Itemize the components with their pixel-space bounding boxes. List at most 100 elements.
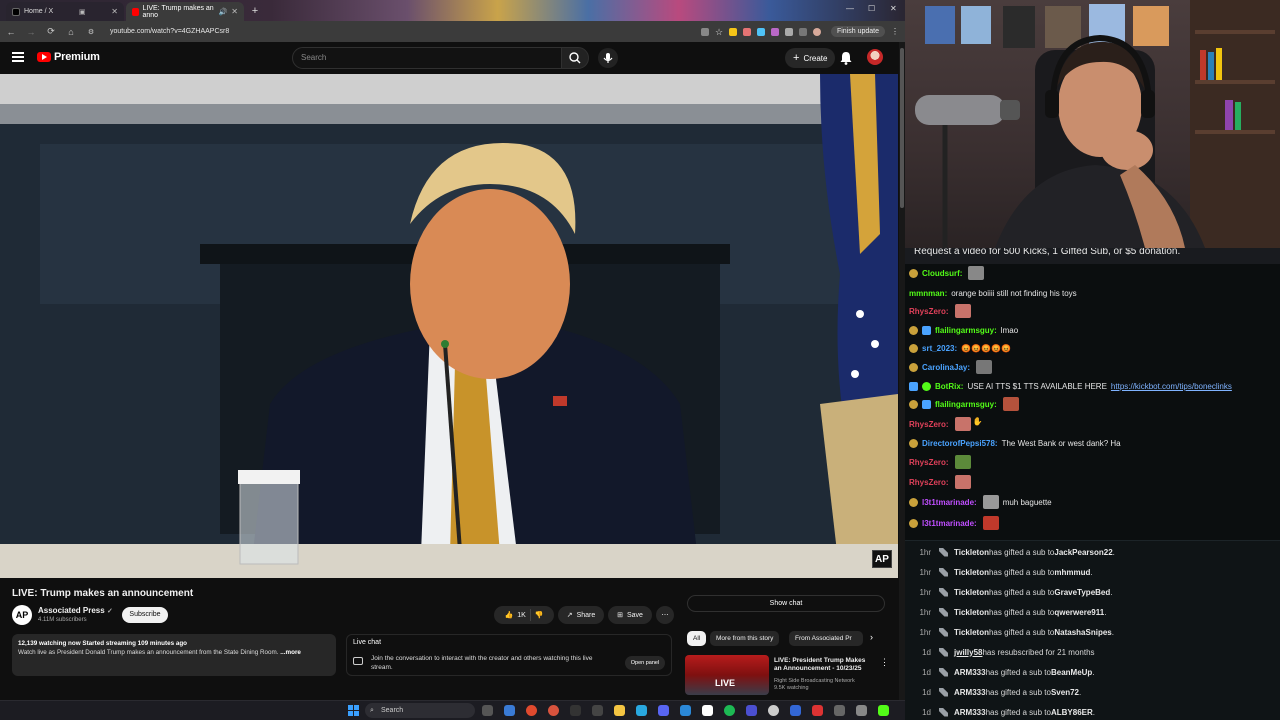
edge-icon[interactable] bbox=[504, 705, 515, 716]
share-button[interactable]: ↗ Share bbox=[558, 606, 604, 624]
chat-username[interactable]: l3t1tmarinade: bbox=[922, 498, 977, 507]
minimize-icon[interactable]: — bbox=[846, 4, 854, 13]
windows-start-icon[interactable] bbox=[348, 705, 359, 716]
event-target[interactable]: qwerwere911 bbox=[1054, 608, 1104, 617]
event-user[interactable]: jwilly58 bbox=[954, 648, 982, 657]
video-player[interactable]: AP bbox=[0, 74, 898, 578]
recommendation-title[interactable]: LIVE: President Trump Makes an Announcem… bbox=[774, 657, 872, 673]
app-icon[interactable] bbox=[812, 705, 823, 716]
finish-update-button[interactable]: Finish update bbox=[830, 26, 885, 37]
event-user[interactable]: Tickleton bbox=[954, 608, 989, 617]
chevron-right-icon[interactable]: › bbox=[870, 632, 873, 642]
app-icon[interactable] bbox=[570, 705, 581, 716]
chat-username[interactable]: flailingarmsguy: bbox=[935, 400, 997, 409]
save-button[interactable]: ⊞ Save bbox=[608, 606, 652, 624]
home-icon[interactable]: ⌂ bbox=[66, 27, 76, 37]
menu-kebab-icon[interactable]: ⋮ bbox=[891, 27, 899, 36]
app-icon[interactable] bbox=[592, 705, 603, 716]
chat-username[interactable]: mmnman: bbox=[909, 289, 947, 298]
chat-username[interactable]: Cloudsurf: bbox=[922, 269, 962, 278]
chat-link[interactable]: https://kickbot.com/tips/boneclinks bbox=[1111, 382, 1232, 391]
notifications-bell-icon[interactable] bbox=[839, 50, 853, 66]
telegram-icon[interactable] bbox=[636, 705, 647, 716]
dislike-button[interactable]: 👎 bbox=[535, 611, 544, 619]
channel-avatar[interactable]: AP bbox=[12, 605, 32, 625]
event-user[interactable]: ARM333 bbox=[954, 688, 986, 697]
event-user[interactable]: Tickleton bbox=[954, 628, 989, 637]
scrollbar-thumb[interactable] bbox=[900, 48, 904, 208]
extension-icon[interactable] bbox=[728, 27, 737, 36]
event-user[interactable]: ARM333 bbox=[954, 708, 986, 717]
close-tab-icon[interactable]: ✕ bbox=[231, 7, 238, 16]
app-icon[interactable] bbox=[746, 705, 757, 716]
extension-icon[interactable] bbox=[756, 27, 765, 36]
event-target[interactable]: BeanMeUp bbox=[1051, 668, 1092, 677]
chat-username[interactable]: DirectorofPepsi578: bbox=[922, 439, 998, 448]
event-user[interactable]: ARM333 bbox=[954, 668, 986, 677]
app-icon[interactable] bbox=[680, 705, 691, 716]
bookmark-star-icon[interactable]: ☆ bbox=[715, 27, 723, 36]
forward-icon[interactable]: → bbox=[26, 27, 36, 37]
sidebar-icon[interactable] bbox=[798, 27, 807, 36]
event-target[interactable]: ALBY86ER bbox=[1051, 708, 1093, 717]
close-window-icon[interactable]: ✕ bbox=[890, 4, 897, 13]
tab-youtube[interactable]: LIVE: Trump makes an anno 🔊 ✕ bbox=[126, 2, 244, 21]
profile-avatar-icon[interactable] bbox=[812, 27, 821, 36]
youtube-logo[interactable]: Premium bbox=[37, 51, 100, 63]
open-panel-button[interactable]: Open panel bbox=[625, 656, 665, 670]
chat-username[interactable]: RhysZero: bbox=[909, 478, 949, 487]
back-icon[interactable]: ← bbox=[6, 27, 16, 37]
chat-username[interactable]: srt_2023: bbox=[922, 344, 957, 353]
chrome-icon[interactable] bbox=[526, 705, 537, 716]
event-target[interactable]: Sven72 bbox=[1051, 688, 1079, 697]
event-target[interactable]: mhmmud bbox=[1054, 568, 1090, 577]
app-icon[interactable] bbox=[702, 705, 713, 716]
search-button[interactable] bbox=[561, 47, 589, 69]
chip-from-associated-press[interactable]: From Associated Pr bbox=[789, 631, 863, 646]
event-user[interactable]: Tickleton bbox=[954, 568, 989, 577]
file-explorer-icon[interactable] bbox=[614, 705, 625, 716]
event-target[interactable]: NatashaSnipes bbox=[1054, 628, 1111, 637]
chat-username[interactable]: RhysZero: bbox=[909, 420, 949, 429]
voice-search-button[interactable] bbox=[598, 48, 618, 68]
tab-home-x[interactable]: Home / X ▣ ✕ bbox=[6, 2, 124, 21]
like-button[interactable]: 👍 1K bbox=[505, 611, 526, 620]
install-icon[interactable] bbox=[700, 27, 709, 36]
taskbar-search[interactable]: ⌕ Search bbox=[365, 703, 475, 718]
chip-all[interactable]: All bbox=[687, 631, 707, 646]
app-icon[interactable] bbox=[790, 705, 801, 716]
chip-more-from-story[interactable]: More from this story bbox=[710, 631, 780, 646]
event-user[interactable]: Tickleton bbox=[954, 588, 989, 597]
chat-username[interactable]: RhysZero: bbox=[909, 307, 949, 316]
spotify-icon[interactable] bbox=[724, 705, 735, 716]
browser-icon[interactable] bbox=[548, 705, 559, 716]
subscribe-button[interactable]: Subscribe bbox=[122, 607, 168, 623]
url-field[interactable]: youtube.com/watch?v=4GZHAAPCsr8 bbox=[110, 28, 691, 35]
description-box[interactable]: 12,139 watching now Started streaming 10… bbox=[12, 634, 336, 676]
event-user[interactable]: Tickleton bbox=[954, 548, 989, 557]
close-tab-icon[interactable]: ✕ bbox=[111, 7, 118, 16]
hamburger-menu-icon[interactable] bbox=[12, 52, 24, 62]
chat-username[interactable]: l3t1tmarinade: bbox=[922, 519, 977, 528]
task-view-icon[interactable] bbox=[482, 705, 493, 716]
app-icon[interactable] bbox=[834, 705, 845, 716]
extension-icon[interactable] bbox=[770, 27, 779, 36]
chat-username[interactable]: BotRix: bbox=[935, 382, 963, 391]
chat-username[interactable]: RhysZero: bbox=[909, 458, 949, 467]
speaker-icon[interactable]: 🔊 bbox=[219, 8, 228, 16]
show-chat-button[interactable]: Show chat bbox=[687, 595, 885, 612]
recommendation-thumbnail[interactable]: LIVE bbox=[685, 655, 769, 695]
recommendation-channel[interactable]: Right Side Broadcasting Network bbox=[774, 678, 874, 685]
search-input[interactable]: Search bbox=[292, 47, 562, 69]
event-target[interactable]: GraveTypeBed bbox=[1054, 588, 1110, 597]
discord-icon[interactable] bbox=[658, 705, 669, 716]
more-link[interactable]: ...more bbox=[280, 649, 301, 656]
new-tab-button[interactable]: + bbox=[248, 4, 262, 18]
site-info-icon[interactable]: ⚙ bbox=[86, 28, 96, 36]
create-button[interactable]: + Create bbox=[785, 48, 836, 68]
chat-username[interactable]: CarolinaJay: bbox=[922, 363, 970, 372]
account-avatar[interactable] bbox=[867, 49, 883, 65]
recommendation-menu-icon[interactable]: ⋮ bbox=[880, 657, 889, 668]
extensions-puzzle-icon[interactable] bbox=[784, 27, 793, 36]
chat-username[interactable]: flailingarmsguy: bbox=[935, 326, 997, 335]
